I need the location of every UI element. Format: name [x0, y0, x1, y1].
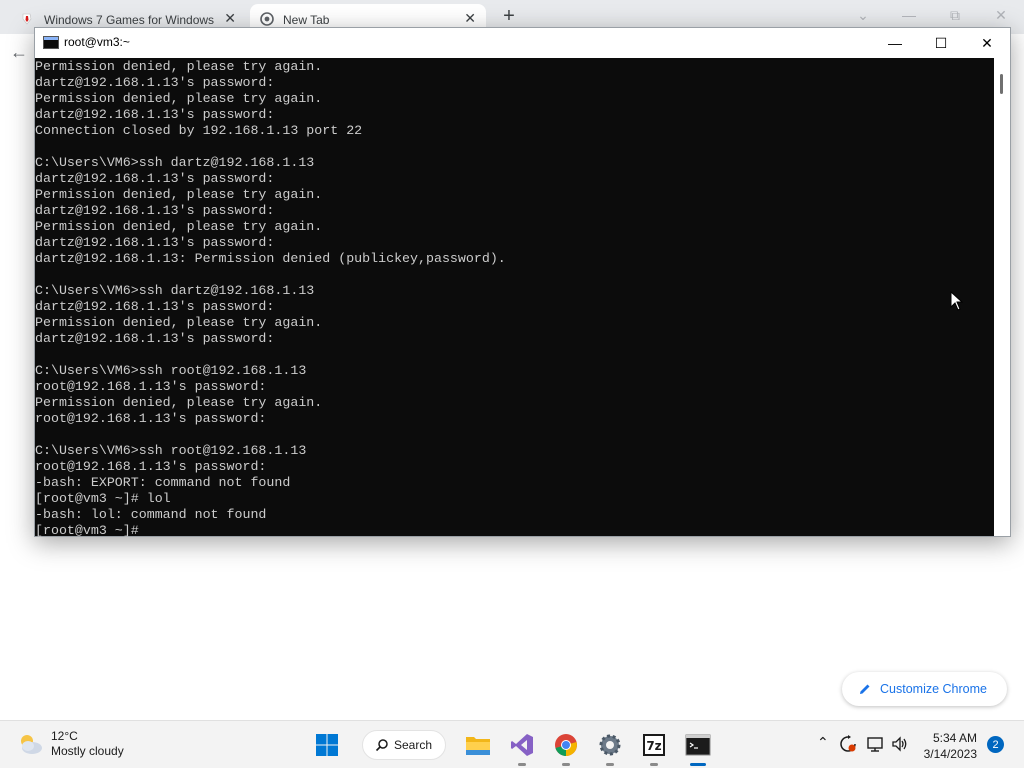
windows-logo-icon — [316, 734, 338, 756]
terminal-close-button[interactable]: ✕ — [964, 28, 1010, 58]
customize-chrome-label: Customize Chrome — [880, 682, 987, 696]
folder-icon — [466, 737, 490, 755]
weather-text: 12°C Mostly cloudy — [51, 729, 124, 759]
terminal-line: dartz@192.168.1.13's password: — [35, 75, 275, 90]
terminal-line: dartz@192.168.1.13's password: — [35, 331, 275, 346]
terminal-line: Permission denied, please try again. — [35, 219, 323, 234]
terminal-line: Permission denied, please try again. — [35, 315, 323, 330]
mouse-pointer-icon — [950, 291, 964, 311]
terminal-line: Permission denied, please try again. — [35, 395, 323, 410]
taskbar-terminal[interactable] — [682, 729, 714, 766]
notification-badge[interactable]: 2 — [987, 736, 1004, 753]
terminal-scrollbar[interactable] — [994, 58, 1010, 536]
chrome-favicon-icon — [260, 12, 274, 26]
search-label: Search — [394, 738, 433, 752]
console-app-icon — [43, 36, 59, 49]
weather-description: Mostly cloudy — [51, 744, 124, 758]
terminal-output[interactable]: Permission denied, please try again. dart… — [35, 58, 995, 537]
running-indicator — [562, 763, 570, 766]
taskbar-7zip[interactable]: 7z — [638, 729, 670, 766]
running-indicator — [650, 763, 658, 766]
show-hidden-icons-chevron-icon[interactable]: ⌃ — [817, 734, 829, 751]
terminal-line: Permission denied, please try again. — [35, 59, 323, 74]
terminal-line: dartz@192.168.1.13's password: — [35, 235, 275, 250]
terminal-line: Permission denied, please try again. — [35, 91, 323, 106]
terminal-line: root@192.168.1.13's password: — [35, 411, 267, 426]
tab-label: Windows 7 Games for Windows — [44, 13, 214, 27]
terminal-maximize-button[interactable]: ☐ — [918, 28, 964, 58]
browser-minimize-button[interactable]: — — [886, 0, 932, 30]
terminal-line: dartz@192.168.1.13's password: — [35, 171, 275, 186]
game-site-favicon-icon — [22, 13, 32, 25]
start-button[interactable] — [311, 729, 343, 761]
terminal-line: [root@vm3 ~]# lol — [35, 491, 171, 506]
taskbar-chrome[interactable] — [550, 729, 582, 766]
volume-icon[interactable] — [891, 735, 909, 753]
terminal-line: Connection closed by 192.168.1.13 port 2… — [35, 123, 363, 138]
partly-cloudy-icon — [21, 735, 42, 754]
browser-window-controls: ⌄ — ⧉ ✕ — [840, 0, 1024, 30]
terminal-line: dartz@192.168.1.13: Permission denied (p… — [35, 251, 506, 266]
visual-studio-icon — [511, 734, 533, 756]
terminal-line: C:\Users\VM6>ssh root@192.168.1.13 — [35, 363, 307, 378]
running-indicator — [690, 763, 706, 766]
pencil-icon — [860, 684, 870, 694]
terminal-titlebar[interactable]: root@vm3:~ — ☐ ✕ — [35, 28, 1010, 58]
tab-close-icon[interactable]: ✕ — [224, 10, 236, 27]
running-indicator — [606, 763, 614, 766]
terminal-line: C:\Users\VM6>ssh dartz@192.168.1.13 — [35, 283, 315, 298]
weather-widget[interactable]: 12°C Mostly cloudy — [16, 729, 124, 759]
new-tab-button[interactable]: + — [497, 4, 521, 28]
7zip-icon: 7z — [643, 734, 665, 756]
terminal-line: C:\Users\VM6>ssh dartz@192.168.1.13 — [35, 155, 315, 170]
terminal-line: root@192.168.1.13's password: — [35, 379, 267, 394]
running-indicator — [518, 763, 526, 766]
terminal-minimize-button[interactable]: — — [872, 28, 918, 58]
clock-date: 3/14/2023 — [923, 747, 977, 761]
system-clock[interactable]: 5:34 AM 3/14/2023 — [915, 730, 977, 762]
network-icon[interactable] — [866, 735, 884, 753]
taskbar: 12°C Mostly cloudy Search 7z ⌃ 5:34 AM 3… — [0, 720, 1024, 768]
terminal-line: root@192.168.1.13's password: — [35, 459, 267, 474]
chrome-icon — [555, 734, 577, 756]
terminal-line: dartz@192.168.1.13's password: — [35, 299, 275, 314]
clock-time: 5:34 AM — [932, 731, 977, 745]
sync-alert-icon[interactable] — [839, 735, 857, 753]
customize-chrome-button[interactable]: Customize Chrome — [842, 672, 1007, 706]
search-icon — [375, 739, 388, 752]
terminal-line: dartz@192.168.1.13's password: — [35, 107, 275, 122]
weather-temperature: 12°C — [51, 729, 78, 743]
terminal-window: root@vm3:~ — ☐ ✕ Permission denied, plea… — [34, 27, 1011, 537]
terminal-line: -bash: lol: command not found — [35, 507, 267, 522]
tab-close-icon[interactable]: ✕ — [464, 10, 476, 27]
browser-restore-button[interactable]: ⧉ — [932, 0, 978, 30]
taskbar-search-button[interactable]: Search — [362, 730, 446, 760]
terminal-line: Permission denied, please try again. — [35, 187, 323, 202]
tab-search-chevron-icon[interactable]: ⌄ — [840, 0, 886, 30]
terminal-line: C:\Users\VM6>ssh root@192.168.1.13 — [35, 443, 307, 458]
taskbar-visual-studio[interactable] — [506, 729, 538, 766]
terminal-line: -bash: EXPORT: command not found — [35, 475, 291, 490]
browser-close-button[interactable]: ✕ — [978, 0, 1024, 30]
svg-text:7z: 7z — [646, 739, 661, 753]
scrollbar-thumb[interactable] — [1000, 74, 1003, 94]
terminal-title: root@vm3:~ — [64, 35, 130, 49]
back-arrow-icon[interactable]: ← — [10, 42, 28, 63]
terminal-line: dartz@192.168.1.13's password: — [35, 203, 275, 218]
terminal-window-controls: — ☐ ✕ — [872, 28, 1010, 58]
terminal-line: [root@vm3 ~]# — [35, 523, 139, 537]
gear-icon — [599, 734, 621, 756]
taskbar-settings[interactable] — [594, 729, 626, 766]
tab-label: New Tab — [283, 13, 330, 27]
taskbar-file-explorer[interactable] — [462, 729, 494, 761]
command-prompt-icon — [685, 734, 711, 756]
